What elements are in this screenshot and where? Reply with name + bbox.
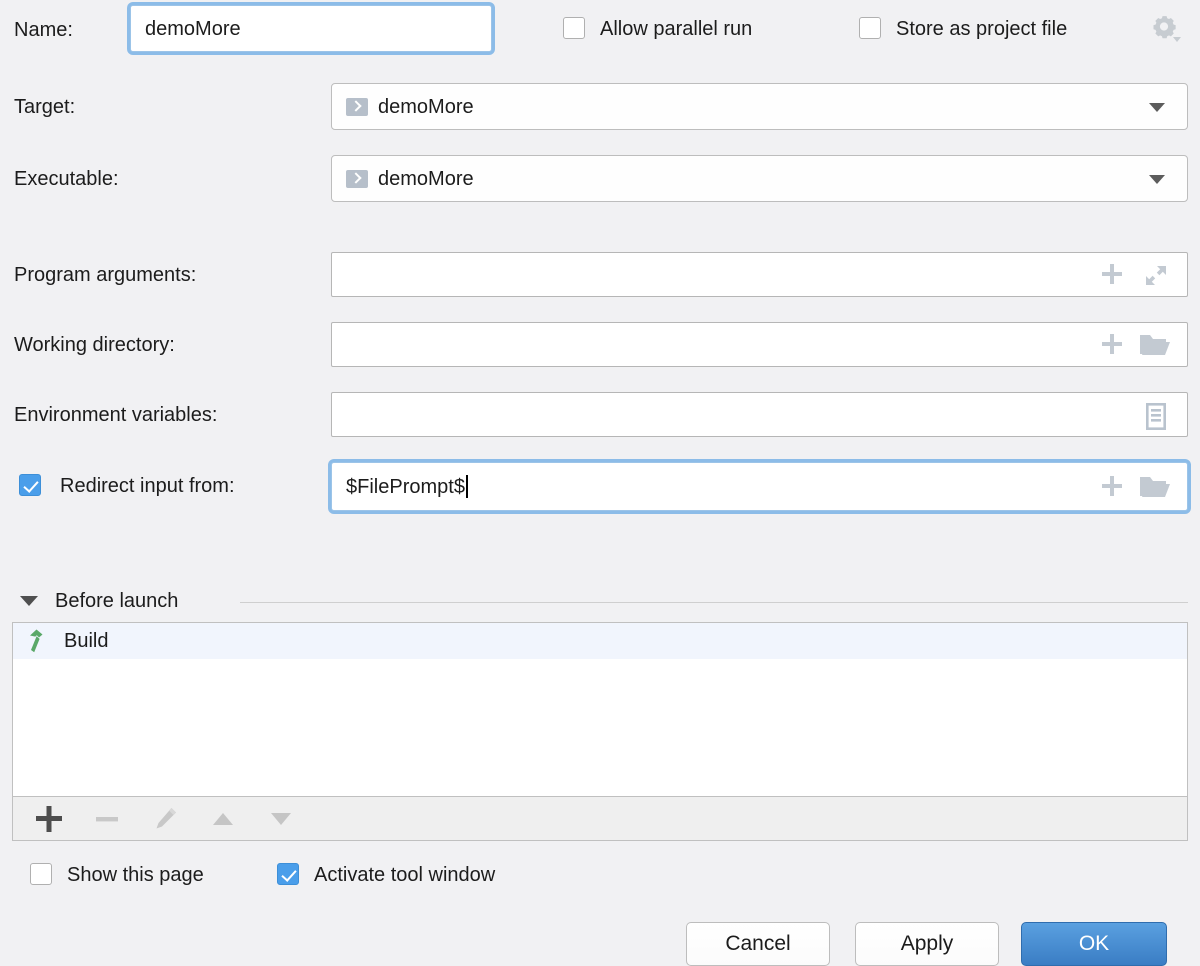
triangle-down-icon — [268, 806, 294, 832]
move-down-button[interactable] — [267, 805, 295, 833]
name-label: Name: — [14, 20, 73, 40]
working-directory-input[interactable] — [331, 322, 1188, 367]
before-launch-collapse-toggle[interactable] — [20, 596, 38, 606]
name-input[interactable]: demoMore — [130, 5, 492, 52]
pencil-icon — [151, 805, 179, 833]
remove-button[interactable] — [93, 805, 121, 833]
run-debug-configuration-dialog: Name: demoMore Allow parallel run Store … — [0, 0, 1200, 966]
redirect-input-field[interactable]: $FilePrompt$ — [331, 462, 1188, 511]
before-launch-label: Before launch — [55, 591, 178, 611]
plus-icon[interactable] — [1102, 264, 1122, 284]
edit-button[interactable] — [151, 805, 179, 833]
executable-icon — [346, 170, 368, 188]
show-this-page-label: Show this page — [67, 865, 204, 885]
executable-icon — [346, 98, 368, 116]
add-button[interactable] — [35, 805, 63, 833]
minus-icon — [94, 806, 120, 832]
name-input-value: demoMore — [131, 19, 241, 39]
before-launch-list[interactable]: Build — [12, 622, 1188, 797]
list-item-label: Build — [64, 631, 108, 651]
hammer-icon — [27, 628, 55, 654]
redirect-input-value: $FilePrompt$ — [332, 477, 465, 497]
move-up-button[interactable] — [209, 805, 237, 833]
plus-icon[interactable] — [1102, 334, 1122, 354]
folder-icon[interactable] — [1139, 332, 1171, 358]
executable-combobox-value: demoMore — [378, 169, 474, 189]
redirect-input-label: Redirect input from: — [60, 476, 235, 496]
list-item[interactable]: Build — [13, 623, 1187, 659]
document-list-icon[interactable] — [1143, 402, 1169, 432]
program-arguments-label: Program arguments: — [14, 265, 196, 285]
cancel-button[interactable]: Cancel — [686, 922, 830, 966]
executable-label: Executable: — [14, 169, 119, 189]
target-combobox-value: demoMore — [378, 97, 474, 117]
chevron-down-icon[interactable] — [1149, 103, 1165, 112]
folder-icon[interactable] — [1139, 474, 1171, 500]
store-as-project-file-checkbox[interactable] — [859, 17, 881, 39]
working-directory-label: Working directory: — [14, 335, 175, 355]
plus-icon — [36, 806, 62, 832]
plus-icon[interactable] — [1102, 476, 1122, 496]
activate-tool-window-label: Activate tool window — [314, 865, 495, 885]
allow-parallel-run-checkbox[interactable] — [563, 17, 585, 39]
target-label: Target: — [14, 97, 75, 117]
environment-variables-input[interactable] — [331, 392, 1188, 437]
chevron-down-icon[interactable] — [1149, 175, 1165, 184]
target-combobox-item: demoMore — [332, 97, 474, 117]
ok-button[interactable]: OK — [1021, 922, 1167, 966]
show-this-page-checkbox[interactable] — [30, 863, 52, 885]
ok-button-label: OK — [1079, 932, 1109, 956]
gear-glyph — [1152, 15, 1182, 43]
program-arguments-input[interactable] — [331, 252, 1188, 297]
executable-combobox[interactable]: demoMore — [331, 155, 1188, 202]
store-as-project-file-label: Store as project file — [896, 19, 1067, 39]
triangle-up-icon — [210, 806, 236, 832]
before-launch-toolbar — [12, 797, 1188, 841]
target-combobox[interactable]: demoMore — [331, 83, 1188, 130]
allow-parallel-run-label: Allow parallel run — [600, 19, 752, 39]
environment-variables-label: Environment variables: — [14, 405, 217, 425]
redirect-input-checkbox[interactable] — [19, 474, 41, 496]
activate-tool-window-checkbox[interactable] — [277, 863, 299, 885]
gear-icon[interactable] — [1152, 15, 1182, 43]
text-caret — [466, 475, 468, 498]
before-launch-separator — [240, 602, 1188, 603]
cancel-button-label: Cancel — [725, 932, 790, 956]
executable-combobox-item: demoMore — [332, 169, 474, 189]
apply-button-label: Apply — [901, 932, 954, 956]
apply-button[interactable]: Apply — [855, 922, 999, 966]
expand-icon[interactable] — [1143, 263, 1169, 288]
